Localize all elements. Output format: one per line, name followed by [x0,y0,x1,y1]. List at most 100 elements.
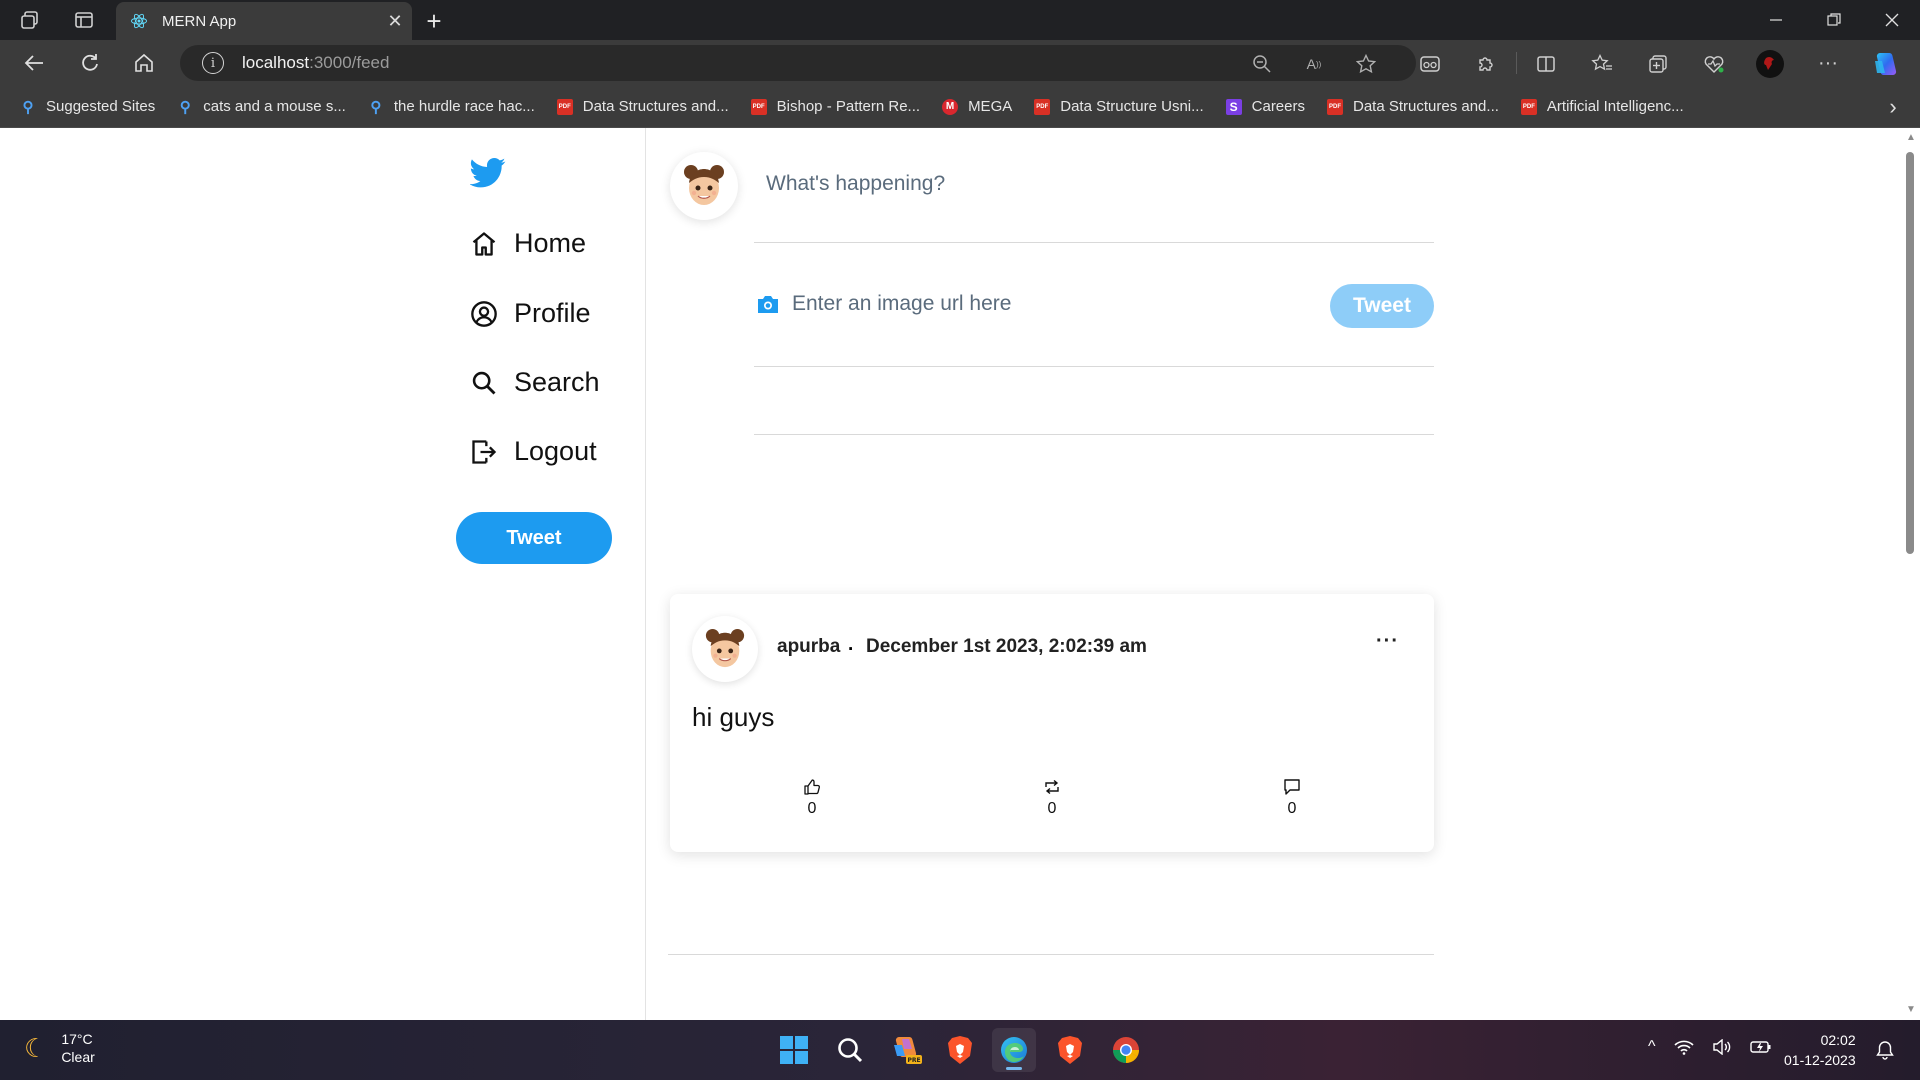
like-action[interactable]: 0 [792,778,832,818]
author-name[interactable]: apurba [777,636,840,658]
back-arrow-icon[interactable] [20,50,48,76]
bookmark-label: Bishop - Pattern Re... [776,98,921,115]
clock-time: 02:02 [1820,1032,1856,1048]
bookmark-cats-mouse[interactable]: ⚲ cats and a mouse s... [177,98,346,116]
bookmark-label: the hurdle race hac... [393,98,535,115]
compose-tweet-input[interactable] [766,164,1326,204]
favorite-star-icon[interactable] [1354,52,1378,76]
web-page: Home Profile Search Logout Tweet Tweet a… [0,128,1920,1020]
chrome-app[interactable] [1104,1028,1148,1072]
more-menu-icon[interactable]: ··· [1814,50,1842,76]
nav-label: Search [514,367,600,397]
camera-icon[interactable] [756,294,780,314]
feed-divider [668,954,1434,955]
wifi-icon[interactable] [1673,1039,1694,1055]
bookmark-data-structures[interactable]: PDF Data Structures and... [556,98,729,115]
image-url-input[interactable] [792,284,1272,324]
bookmark-suggested-sites[interactable]: ⚲ Suggested Sites [20,98,156,116]
split-screen-icon[interactable] [1534,52,1558,76]
bookmark-hurdle-race[interactable]: ⚲ the hurdle race hac... [368,98,535,116]
tab-title: MERN App [162,12,237,30]
retweet-icon [1045,779,1059,795]
nav-logout[interactable]: Logout [470,436,597,467]
system-tray: ^ [1648,1038,1772,1056]
read-aloud-icon[interactable]: A)) [1302,52,1326,76]
search-icon: ⚲ [22,98,34,116]
battery-charging-icon[interactable] [1749,1039,1772,1055]
author-avatar[interactable] [692,616,758,682]
browser-essentials-icon[interactable] [1702,52,1726,76]
sidebar-tweet-button[interactable]: Tweet [456,512,612,564]
home-icon[interactable] [130,50,158,76]
taskbar-search-button[interactable] [828,1028,872,1072]
sidebar: Home Profile Search Logout Tweet [0,128,646,1020]
collections-icon[interactable] [1646,52,1670,76]
bookmark-label: Data Structures and... [1353,98,1499,115]
windows-taskbar: ☾ 17°C Clear PRE ^ 02:02 01-12-2023 [0,1020,1920,1080]
close-window-button[interactable] [1864,0,1920,40]
brave-app[interactable] [938,1028,982,1072]
extension-glasses-icon[interactable] [1418,52,1442,76]
brave-app-2[interactable] [1048,1028,1092,1072]
bookmark-bishop[interactable]: PDF Bishop - Pattern Re... [750,98,921,115]
close-tab-icon[interactable]: ✕ [382,8,408,34]
twitter-bird-icon[interactable] [470,158,506,188]
nav-profile[interactable]: Profile [470,298,591,329]
bookmark-mega[interactable]: M MEGA [942,98,1012,115]
retweet-action[interactable]: 0 [1032,778,1072,818]
active-app-indicator [1006,1067,1022,1070]
brave-lion-icon [948,1036,972,1064]
url-path: :3000/feed [309,53,390,72]
pdf-icon: PDF [1520,98,1537,115]
restore-button[interactable] [1806,0,1862,40]
scroll-down-arrow-icon[interactable]: ▼ [1906,1004,1916,1015]
nav-search[interactable]: Search [470,367,600,398]
site-info-icon[interactable]: i [202,52,224,74]
profile-avatar-icon[interactable] [1754,48,1786,80]
scrollbar-thumb[interactable] [1906,152,1914,554]
s-icon: S [1225,98,1242,115]
toolbar-divider [1516,52,1517,74]
meta-separator: . [848,634,854,655]
copilot-pre-app[interactable]: PRE [884,1028,928,1072]
bookmark-label: Artificial Intelligenc... [1546,98,1684,115]
comment-action[interactable]: 0 [1272,778,1312,818]
weather-widget[interactable]: ☾ 17°C Clear [24,1030,95,1066]
bookmark-careers[interactable]: S Careers [1225,98,1305,115]
start-button[interactable] [772,1028,816,1072]
scroll-up-arrow-icon[interactable]: ▲ [1906,132,1916,143]
tray-overflow-chevron-icon[interactable]: ^ [1648,1038,1656,1056]
minimize-button[interactable] [1748,0,1804,40]
windows-logo-icon [780,1036,808,1064]
temperature: 17°C [61,1031,93,1047]
memoji-avatar-icon [705,628,745,668]
bookmarks-overflow-icon[interactable]: › [1880,94,1906,120]
zoom-out-icon[interactable] [1250,52,1274,76]
system-clock[interactable]: 02:02 01-12-2023 [1784,1030,1856,1070]
copilot-icon[interactable] [1870,48,1902,80]
refresh-icon[interactable] [76,50,104,76]
tweet-text: hi guys [692,702,775,732]
tweet-card: apurba . December 1st 2023, 2:02:39 am ·… [670,594,1434,852]
bookmark-label: Data Structure Usni... [1060,98,1204,115]
edge-app[interactable] [992,1028,1036,1072]
bookmark-data-structure-usni[interactable]: PDF Data Structure Usni... [1034,98,1204,115]
notification-bell-icon[interactable] [1876,1040,1894,1060]
bookmark-artificial-intelligence[interactable]: PDF Artificial Intelligenc... [1520,98,1684,115]
nav-home[interactable]: Home [470,228,586,259]
new-tab-button[interactable]: + [418,5,450,37]
vertical-tabs-icon[interactable] [72,8,96,32]
extensions-puzzle-icon[interactable] [1474,52,1498,76]
composer-avatar[interactable] [670,152,738,220]
post-more-options-icon[interactable]: ··· [1376,630,1399,653]
favorites-icon[interactable] [1590,52,1614,76]
brave-lion-icon [1058,1036,1082,1064]
volume-icon[interactable] [1712,1039,1732,1055]
composer-tweet-button[interactable]: Tweet [1330,284,1434,328]
url-bar[interactable]: i localhost:3000/feed [180,45,1416,81]
bookmarks-bar: ⚲ Suggested Sites ⚲ cats and a mouse s... … [0,86,1920,128]
workspaces-icon[interactable] [18,8,42,32]
bookmark-data-structures-2[interactable]: PDF Data Structures and... [1327,98,1499,115]
browser-tab-active[interactable]: MERN App ✕ [116,2,412,40]
copilot-pre-icon: PRE [894,1037,922,1064]
